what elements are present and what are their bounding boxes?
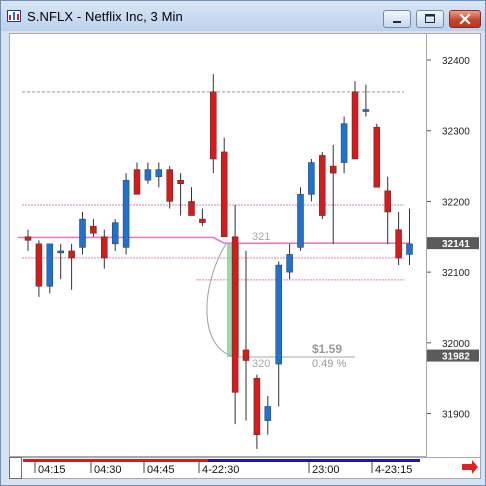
candle-down <box>24 236 32 241</box>
candle-up <box>144 169 152 181</box>
candle-down <box>329 165 337 174</box>
window-title: S.NFLX - Netflix Inc, 3 Min <box>27 9 183 24</box>
candle-up <box>340 123 348 163</box>
candle-up <box>57 250 64 254</box>
time-axis-labels: 04:15 04:30 04:45 4-22:30 23:00 4-23:15 <box>23 459 478 476</box>
price-tick-label: 32400 <box>442 56 470 67</box>
low-price-tag: 31982 <box>442 352 470 363</box>
candle-up <box>362 109 370 112</box>
candle-down <box>35 243 43 287</box>
maximize-icon <box>425 14 435 23</box>
current-price-tag: 32141 <box>442 239 470 250</box>
candlestick-chart[interactable]: 321 320 $1.59 0.49 % <box>10 34 426 456</box>
close-icon <box>459 13 471 25</box>
candle-up <box>297 194 304 248</box>
level-label-lower: 320 <box>252 358 270 370</box>
candle-down <box>199 218 206 223</box>
candle-down <box>242 349 250 361</box>
move-dollar-label: $1.59 <box>312 342 342 356</box>
scroll-corner-box[interactable] <box>9 457 22 479</box>
candle-down <box>90 225 97 234</box>
time-bar-red <box>23 459 208 462</box>
candle-up <box>275 264 282 365</box>
candle-down <box>177 179 184 184</box>
price-tick-label: 32300 <box>442 127 470 138</box>
candle-down <box>351 91 359 160</box>
candle-up <box>111 222 119 245</box>
candle-up <box>79 218 86 248</box>
title-bar[interactable]: S.NFLX - Netflix Inc, 3 Min <box>1 1 485 31</box>
candle-up <box>286 254 293 273</box>
candle-up <box>264 406 272 421</box>
scroll-right-arrow-icon[interactable] <box>462 460 478 474</box>
price-axis-labels: 32400 32300 32200 32100 32000 31900 32141 31982 <box>427 56 479 421</box>
candle-up <box>308 162 315 195</box>
close-button[interactable] <box>449 10 481 28</box>
price-tick-label: 32200 <box>442 197 470 208</box>
move-percent-label: 0.49 % <box>312 358 346 370</box>
candle-down <box>188 201 195 216</box>
candle-down <box>319 155 326 216</box>
time-bar-blue <box>208 459 420 462</box>
candle-up <box>406 243 413 255</box>
candle-up <box>155 169 163 177</box>
time-tick-label: 4-22:30 <box>202 464 239 476</box>
time-tick-label: 04:30 <box>94 464 122 476</box>
chart-window-icon <box>7 10 21 22</box>
time-tick-label: 04:15 <box>38 464 66 476</box>
price-tick-label: 32000 <box>442 339 470 350</box>
candle-down <box>68 250 75 259</box>
price-tick-label: 31900 <box>442 410 470 421</box>
candle-down <box>373 126 381 188</box>
minimize-icon <box>393 21 401 23</box>
minimize-button[interactable] <box>383 10 411 28</box>
candle-down <box>133 169 141 195</box>
candle-down <box>101 236 108 259</box>
candle-down <box>253 377 261 436</box>
candle-down <box>395 229 402 259</box>
candle-down <box>210 91 217 160</box>
candle-down <box>220 151 228 238</box>
chart-window: S.NFLX - Netflix Inc, 3 Min 321 320 $1.59 0… <box>0 0 486 486</box>
time-axis[interactable]: 04:15 04:30 04:45 4-22:30 23:00 4-23:15 <box>9 457 481 479</box>
candle-down <box>384 190 391 213</box>
price-tick-label: 32100 <box>442 268 470 279</box>
maximize-button[interactable] <box>416 10 444 28</box>
level-label-upper: 321 <box>252 231 270 243</box>
chart-plot-area[interactable]: 321 320 $1.59 0.49 % <box>9 33 427 457</box>
candle-down <box>231 236 239 393</box>
time-tick-label: 23:00 <box>312 464 340 476</box>
candle-up <box>122 179 130 248</box>
moving-average-line <box>18 236 410 244</box>
time-tick-label: 4-23:15 <box>375 464 412 476</box>
time-tick-label: 04:45 <box>147 464 175 476</box>
price-axis[interactable]: 32400 32300 32200 32100 32000 31900 32141 31982 <box>427 33 481 457</box>
candle-down <box>166 169 173 202</box>
candle-up <box>46 243 54 287</box>
